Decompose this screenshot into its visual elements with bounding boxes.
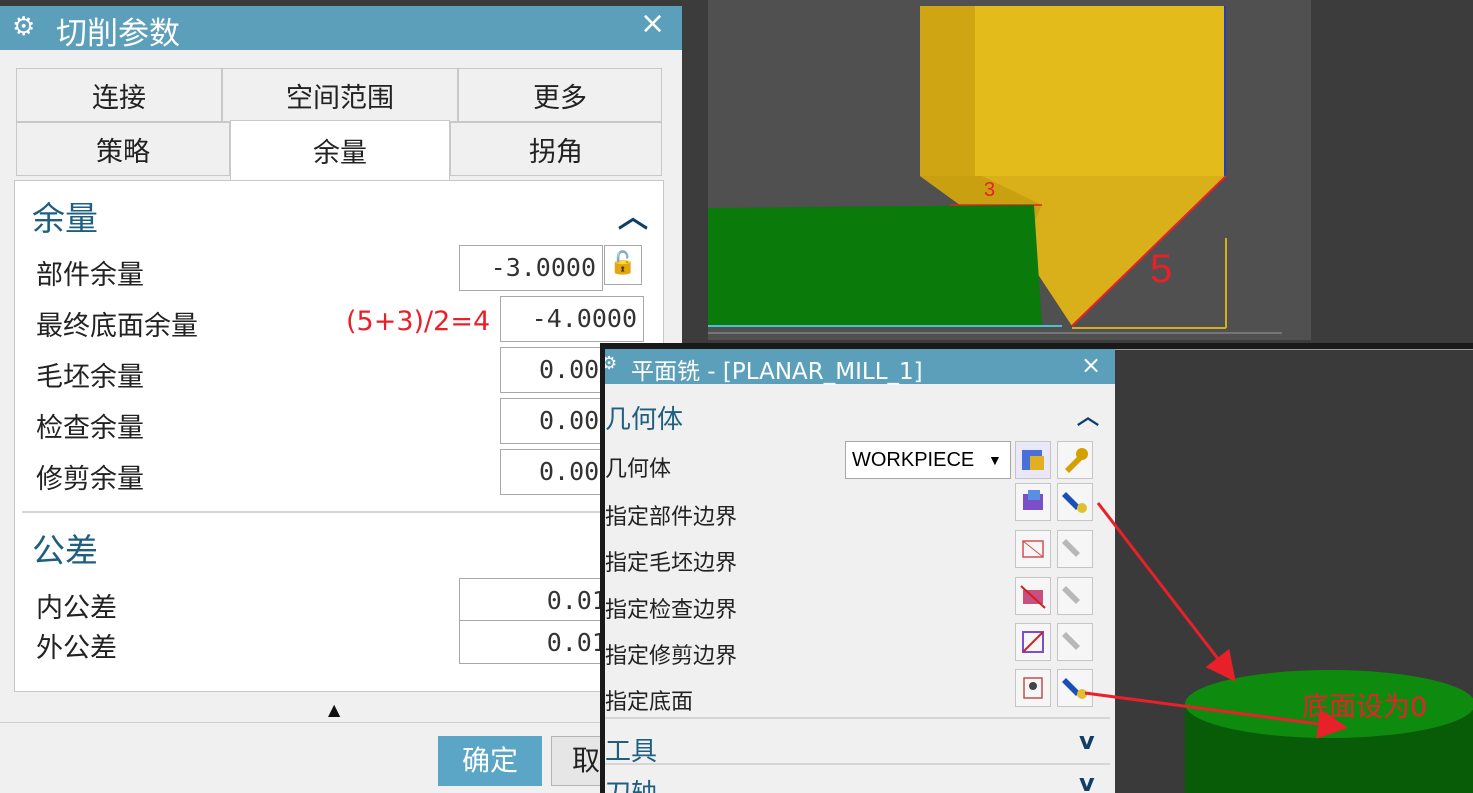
planar-mill-window: 底面设为0 ⚙ 平面铣 - [PLANAR_MILL_1] × 几何体 ︿ 几何… [600, 343, 1473, 793]
part-stock-label: 部件余量 [36, 260, 144, 291]
collapse-arrow-icon[interactable]: ▲ [328, 700, 340, 719]
ok-button[interactable]: 确定 [438, 736, 542, 786]
intol-label: 内公差 [36, 593, 117, 624]
annotation-arrows [1084, 502, 1348, 739]
footer-divider [0, 722, 682, 723]
section-divider [22, 511, 658, 513]
floor-stock-label: 最终底面余量 [36, 311, 198, 342]
dim-top-label: 3 [984, 179, 995, 201]
dim-side-label: 5 [1150, 247, 1172, 291]
gear-icon: ⚙ [12, 12, 36, 42]
blank-stock-label: 毛坯余量 [36, 362, 144, 393]
stock-section-title: 余量 [32, 199, 98, 238]
tab-connect[interactable]: 连接 [16, 68, 222, 122]
tab-strategy[interactable]: 策略 [16, 122, 230, 176]
dialog-title: 切削参数 [56, 16, 180, 52]
chevron-up-icon[interactable]: ︿ [618, 192, 648, 236]
floor-stock-field[interactable]: -4.0000 [500, 296, 644, 342]
tab-containment[interactable]: 空间范围 [222, 68, 458, 122]
trim-stock-label: 修剪余量 [36, 464, 144, 495]
tolerance-section-title: 公差 [32, 531, 98, 570]
tab-stock[interactable]: 余量 [230, 120, 450, 180]
lock-icon[interactable]: 🔓 [604, 245, 642, 285]
outtol-label: 外公差 [36, 633, 117, 664]
floor-stock-annotation: (5+3)/2=4 [346, 306, 491, 337]
part-stock-field[interactable]: -3.0000 [459, 245, 603, 291]
close-icon[interactable]: × [640, 6, 665, 41]
part-block [708, 205, 1042, 326]
check-stock-label: 检查余量 [36, 413, 144, 444]
cut-params-dialog: ⚙ 切削参数 × 连接 空间范围 更多 策略 余量 拐角 余量 ︿ 部件余量 -… [0, 6, 682, 793]
dialog-title-bar: ⚙ 切削参数 × [0, 6, 682, 52]
tab-more[interactable]: 更多 [458, 68, 662, 122]
tab-corners[interactable]: 拐角 [450, 122, 662, 176]
